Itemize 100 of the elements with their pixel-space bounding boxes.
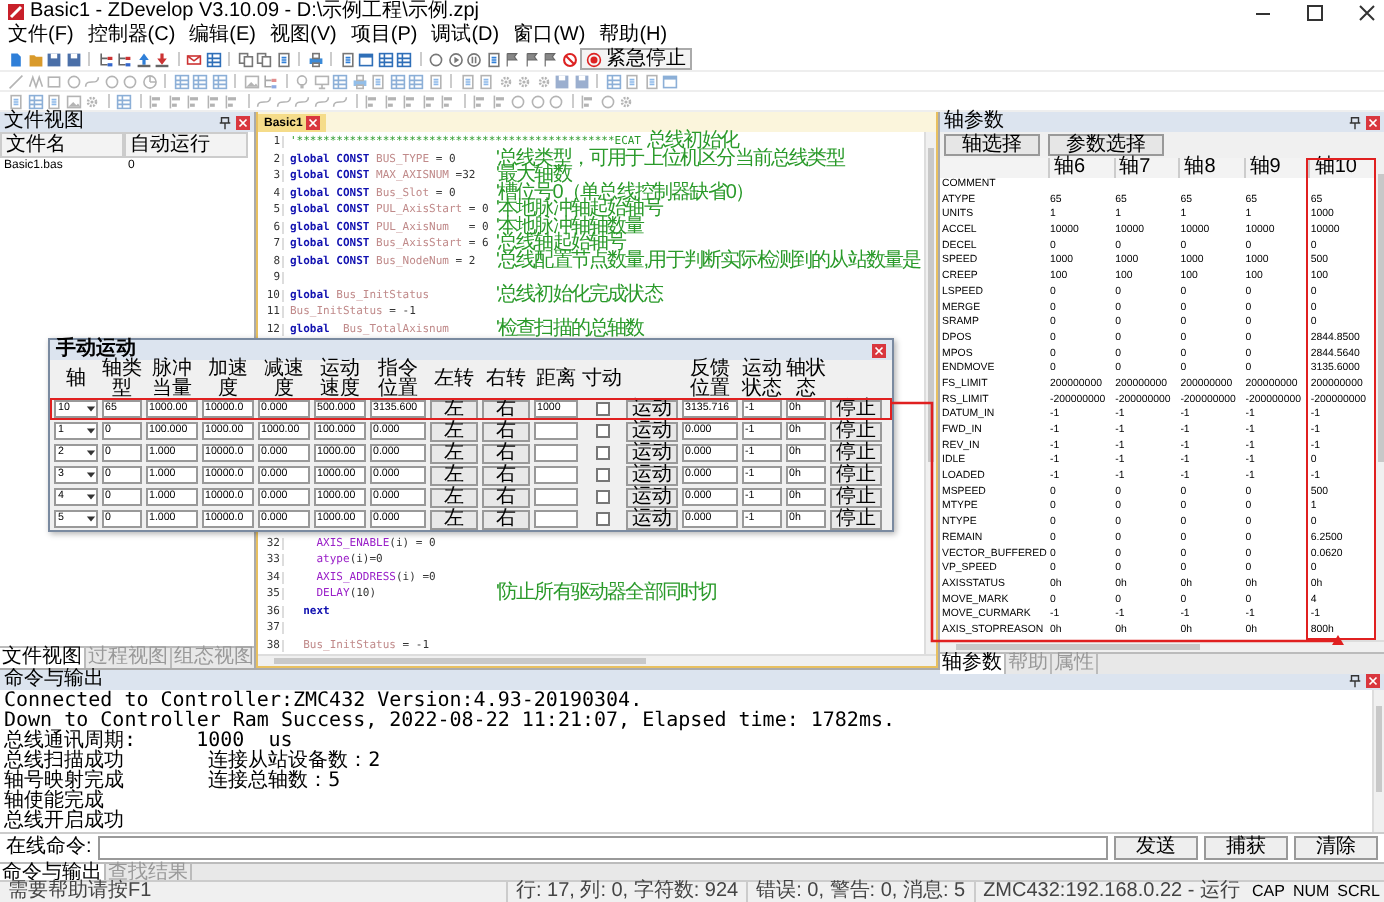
save-icon[interactable]: [573, 73, 589, 89]
maximize-icon[interactable]: [1306, 3, 1324, 21]
command-input[interactable]: [97, 836, 1108, 860]
table-icon[interactable]: [192, 73, 208, 89]
folder-icon[interactable]: [27, 51, 43, 67]
stop-button[interactable]: 停止: [830, 509, 882, 529]
stop-button[interactable]: 停止: [830, 443, 882, 463]
bulb-icon[interactable]: [294, 73, 310, 89]
pause-icon[interactable]: [466, 51, 482, 67]
pie-icon[interactable]: [141, 73, 157, 89]
stop-button[interactable]: 停止: [830, 421, 882, 441]
align-icon[interactable]: [580, 93, 596, 109]
align-icon[interactable]: [402, 93, 418, 109]
checkbox[interactable]: [595, 424, 609, 438]
run-button[interactable]: 运动: [626, 509, 678, 529]
run-button[interactable]: 运动: [626, 421, 678, 441]
checkbox[interactable]: [595, 468, 609, 482]
run-button[interactable]: 运动: [626, 465, 678, 485]
vertical-scrollbar[interactable]: [1374, 158, 1384, 640]
vertical-scrollbar[interactable]: [924, 132, 936, 654]
document-icon[interactable]: [643, 73, 659, 89]
table-icon[interactable]: [408, 73, 424, 89]
parameter-select-button[interactable]: 参数选择: [1048, 134, 1164, 156]
picture-icon[interactable]: [243, 73, 259, 89]
capture-button[interactable]: 捕获: [1204, 836, 1288, 860]
align-icon[interactable]: [440, 93, 456, 109]
circle-icon[interactable]: [548, 93, 564, 109]
rectangle-icon[interactable]: [46, 73, 62, 89]
align-icon[interactable]: [383, 93, 399, 109]
menu-item[interactable]: 调试(D): [431, 24, 500, 48]
document-icon[interactable]: [275, 51, 291, 67]
run-button[interactable]: 运动: [626, 443, 678, 463]
printer-icon[interactable]: [351, 73, 367, 89]
table-icon[interactable]: [173, 73, 189, 89]
left-button[interactable]: 左: [430, 399, 478, 419]
checkbox[interactable]: [595, 490, 609, 504]
close-icon[interactable]: [1358, 3, 1376, 21]
document-icon[interactable]: [478, 73, 494, 89]
upload-icon[interactable]: [135, 51, 151, 67]
emergency-stop-button[interactable]: 紧急停止: [580, 48, 692, 70]
tree-icon[interactable]: [116, 51, 132, 67]
document-icon[interactable]: [46, 93, 62, 109]
stop-button[interactable]: 停止: [830, 465, 882, 485]
left-button[interactable]: 左: [430, 487, 478, 507]
align-icon[interactable]: [491, 93, 507, 109]
file-icon[interactable]: [8, 51, 24, 67]
document-icon[interactable]: [8, 93, 24, 109]
table-icon[interactable]: [27, 93, 43, 109]
align-icon[interactable]: [205, 93, 221, 109]
input-field[interactable]: [534, 488, 578, 506]
document-icon[interactable]: [370, 73, 386, 89]
table-icon[interactable]: [211, 73, 227, 89]
table-icon[interactable]: [605, 73, 621, 89]
tree-icon[interactable]: [97, 51, 113, 67]
circle-icon[interactable]: [65, 73, 81, 89]
table-icon[interactable]: [389, 73, 405, 89]
left-button[interactable]: 左: [430, 421, 478, 441]
circle-icon[interactable]: [599, 93, 615, 109]
checkbox[interactable]: [595, 402, 609, 416]
line-icon[interactable]: [8, 73, 24, 89]
document-icon[interactable]: [624, 73, 640, 89]
flag-icon[interactable]: [542, 51, 558, 67]
tab[interactable]: 文件视图: [0, 648, 86, 668]
flag-icon[interactable]: [504, 51, 520, 67]
table-icon[interactable]: [396, 51, 412, 67]
document-icon[interactable]: [427, 73, 443, 89]
menu-item[interactable]: 项目(P): [350, 24, 418, 48]
right-button[interactable]: 右: [482, 487, 530, 507]
send-button[interactable]: 发送: [1114, 836, 1198, 860]
table-icon[interactable]: [377, 51, 393, 67]
align-icon[interactable]: [148, 93, 164, 109]
menu-item[interactable]: 控制器(C): [87, 24, 176, 48]
play-icon[interactable]: [447, 51, 463, 67]
envelope-icon[interactable]: [186, 51, 202, 67]
zigzag-icon[interactable]: [27, 73, 43, 89]
input-field[interactable]: [534, 510, 578, 528]
input-field[interactable]: [534, 422, 578, 440]
window-icon[interactable]: [358, 51, 374, 67]
axis-select-button[interactable]: 轴选择: [944, 134, 1040, 156]
right-button[interactable]: 右: [482, 421, 530, 441]
monitor-icon[interactable]: [313, 73, 329, 89]
circle-icon[interactable]: [529, 93, 545, 109]
circle-icon[interactable]: [122, 73, 138, 89]
flag-icon[interactable]: [523, 51, 539, 67]
window-icon[interactable]: [662, 73, 678, 89]
right-button[interactable]: 右: [482, 509, 530, 529]
save-icon[interactable]: [65, 51, 81, 67]
left-button[interactable]: 左: [430, 509, 478, 529]
align-icon[interactable]: [472, 93, 488, 109]
vertical-scrollbar[interactable]: [1372, 690, 1384, 832]
download-icon[interactable]: [154, 51, 170, 67]
right-button[interactable]: 右: [482, 399, 530, 419]
menu-item[interactable]: 文件(F): [8, 24, 74, 48]
table-icon[interactable]: [205, 51, 221, 67]
circle-icon[interactable]: [510, 93, 526, 109]
right-button[interactable]: 右: [482, 443, 530, 463]
menu-item[interactable]: 视图(V): [270, 24, 337, 48]
tab[interactable]: 轴参数: [940, 653, 1006, 674]
save-icon[interactable]: [554, 73, 570, 89]
menu-item[interactable]: 编辑(E): [189, 24, 257, 48]
